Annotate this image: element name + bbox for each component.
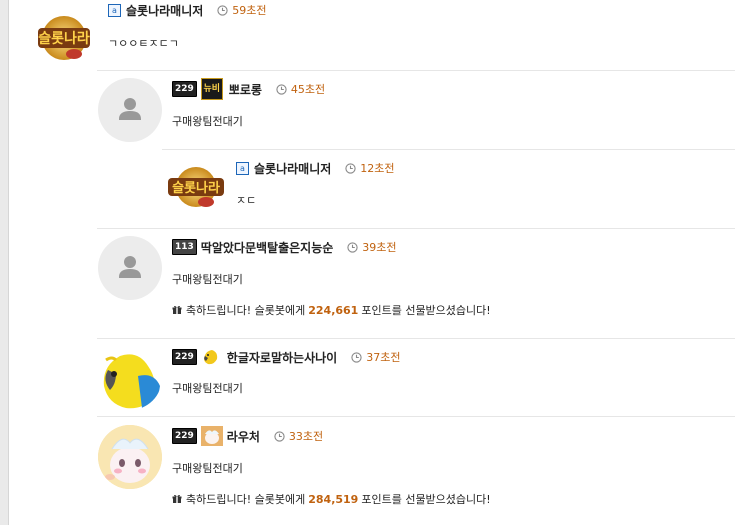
timestamp: 45초전 [276,81,325,97]
avatar-character[interactable] [98,425,162,489]
timestamp: 59초전 [217,2,267,18]
newbie-icon: 뉴비 [200,78,223,100]
clock-icon [217,4,228,16]
gift-suffix: 포인트를 선물받으셨습니다! [361,493,491,506]
comment-body: ㄱㅇㅇㅌㅈㄷㄱ [108,37,179,50]
gift-suffix: 포인트를 선물받으셨습니다! [361,304,491,317]
nickname[interactable]: 슬롯나라매니저 [126,2,203,19]
time-text: 59초전 [232,4,267,17]
nickname[interactable]: 라우처 [227,428,260,445]
gift-notice: 축하드립니다! 슬롯봇에게 224,661 포인트를 선물받으셨습니다! [172,302,491,318]
divider [162,149,735,150]
divider [97,416,735,417]
level-badge: 229 [172,349,197,365]
time-text: 39초전 [362,241,397,254]
gift-notice: 축하드립니다! 슬롯봇에게 284,519 포인트를 선물받으셨습니다! [172,491,491,507]
nickname[interactable]: 한글자로말하는사나이 [227,349,337,366]
clock-icon [347,241,358,253]
nickname[interactable]: 뽀로롱 [229,81,262,98]
clock-icon [276,83,287,95]
gift-points: 224,661 [308,303,359,317]
clock-icon [274,430,285,442]
timestamp: 33초전 [274,428,323,444]
default-user-avatar[interactable] [98,78,162,142]
comment-body: ㅈㄷ [236,194,257,207]
comment-2-meta: a 슬롯나라매니저 12초전 [236,159,395,177]
level-badge: 113 [172,239,197,255]
timestamp: 39초전 [347,239,397,255]
left-panel-edge [0,0,9,525]
time-text: 12초전 [360,162,395,175]
character-icon [200,426,223,446]
default-user-icon [119,256,141,278]
comment-1-meta: 229 뉴비 뽀로롱 45초전 [172,78,325,100]
gift-points: 284,519 [308,492,359,506]
nickname[interactable]: 슬롯나라매니저 [254,160,331,177]
divider [97,228,735,229]
nickname[interactable]: 딱알았다문백탈출은지능순 [201,239,333,256]
parrot-icon [201,347,221,367]
time-text: 33초전 [288,430,324,443]
gift-prefix: 축하드립니다! 슬롯봇에게 [186,493,306,506]
level-badge: 229 [172,81,197,97]
comment-4-meta: 229 한글자로말하는사나이 37초전 [172,348,400,366]
admin-badge: a [108,3,121,17]
time-text: 45초전 [290,83,326,96]
default-user-icon [119,98,141,120]
logo-lettering: 슬롯나라 [38,31,90,47]
gift-prefix: 축하드립니다! 슬롯봇에게 [186,304,306,317]
time-text: 37초전 [366,351,401,364]
timestamp: 12초전 [345,160,395,176]
avatar-parrot[interactable] [98,346,162,410]
avatar-slotnara-manager[interactable]: 슬롯나라 [162,158,230,216]
admin-badge: a [236,161,249,175]
comment-body: 구매왕팀전대기 [172,115,243,128]
comment-3-meta: 113 딱알았다문백탈출은지능순 39초전 [172,238,397,256]
divider [97,338,735,339]
default-user-avatar[interactable] [98,236,162,300]
clock-icon [345,162,356,174]
timestamp: 37초전 [351,349,400,365]
divider [97,70,735,71]
level-badge: 229 [172,428,197,444]
comment-0-meta: a 슬롯나라매니저 59초전 [108,1,267,19]
logo-lettering: 슬롯나라 [172,180,220,196]
gift-icon [172,494,182,503]
comment-body: 구매왕팀전대기 [172,273,243,286]
comment-body: 구매왕팀전대기 [172,382,243,395]
comment-body: 구매왕팀전대기 [172,462,243,475]
gift-icon [172,305,182,314]
clock-icon [351,351,362,363]
avatar-slotnara-manager[interactable]: 슬롯나라 [30,4,98,72]
comment-5-meta: 229 라우처 33초전 [172,426,323,446]
